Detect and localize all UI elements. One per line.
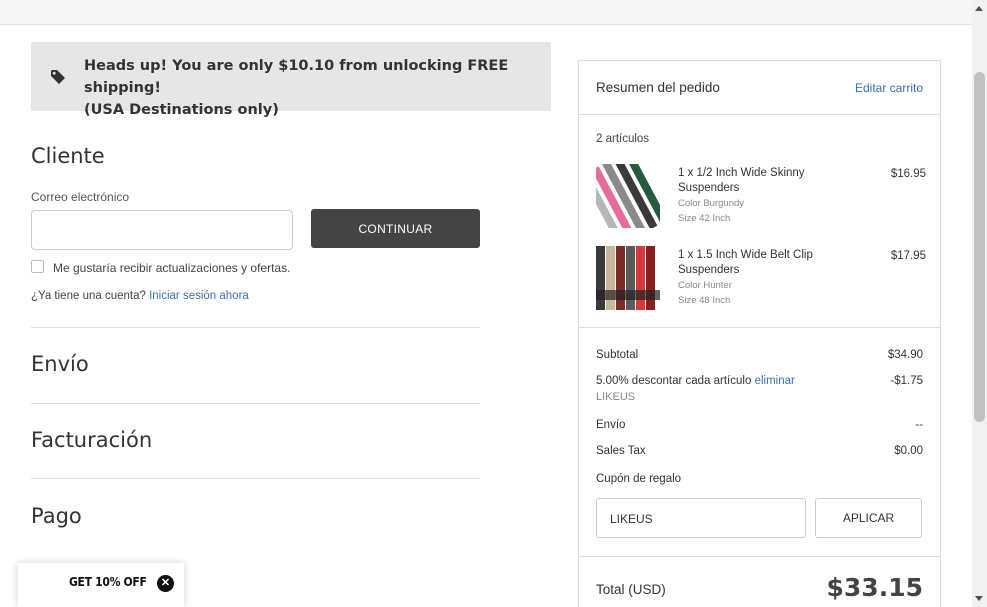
scroll-up-arrow-icon[interactable] — [975, 6, 983, 11]
item-price: $17.95 — [890, 250, 926, 262]
gift-coupon-input[interactable]: LIKEUS — [596, 498, 806, 538]
payment-title[interactable]: Pago — [31, 504, 82, 528]
tax-value: $0.00 — [894, 445, 923, 457]
subtotal-value: $34.90 — [887, 349, 923, 361]
tax-row: Sales Tax $0.00 — [596, 445, 923, 457]
billing-title[interactable]: Facturación — [31, 428, 152, 452]
edit-cart-link[interactable]: Editar carrito — [855, 81, 923, 95]
coupon-code: LIKEUS — [596, 391, 636, 403]
close-icon[interactable]: ✕ — [157, 575, 174, 592]
discount-popup[interactable]: GET 10% OFF ✕ — [18, 563, 184, 607]
total-value: $33.15 — [826, 573, 923, 602]
divider — [31, 478, 480, 479]
item-name: 1 x 1.5 Inch Wide Belt Clip Suspenders — [678, 249, 813, 276]
discount-label: 5.00% descontar cada artículo — [596, 375, 752, 387]
newsletter-checkbox[interactable] — [31, 260, 44, 273]
shipping-label: Envío — [596, 419, 626, 431]
item-color: Color Burgundy — [678, 198, 745, 209]
item-name: 1 x 1/2 Inch Wide Skinny Suspenders — [678, 167, 805, 194]
item-details: 1 x 1/2 Inch Wide Skinny Suspenders Colo… — [678, 166, 828, 226]
apply-button[interactable]: APLICAR — [815, 498, 922, 538]
discount-row: 5.00% descontar cada artículo eliminar -… — [596, 375, 923, 387]
popup-text[interactable]: GET 10% OFF — [69, 575, 147, 589]
item-size: Size 48 Inch — [678, 295, 731, 306]
email-field[interactable] — [31, 210, 293, 250]
continue-button[interactable]: CONTINUAR — [311, 209, 480, 248]
account-line: ¿Ya tiene una cuenta? Iniciar sesión aho… — [31, 290, 249, 302]
divider — [579, 114, 940, 115]
remove-discount-link[interactable]: eliminar — [755, 375, 795, 387]
tax-label: Sales Tax — [596, 445, 646, 457]
scroll-down-arrow-icon[interactable] — [975, 596, 983, 601]
email-label: Correo electrónico — [31, 190, 130, 204]
subtotal-row: Subtotal $34.90 — [596, 349, 923, 361]
divider — [579, 327, 940, 328]
top-bar — [0, 0, 972, 25]
tag-icon — [51, 70, 65, 84]
shipping-row: Envío -- — [596, 419, 923, 431]
login-link[interactable]: Iniciar sesión ahora — [149, 290, 249, 302]
items-count: 2 artículos — [596, 133, 650, 145]
order-summary: Resumen del pedido Editar carrito 2 artí… — [578, 60, 941, 607]
divider — [31, 403, 480, 404]
product-image — [596, 164, 660, 228]
scroll-thumb[interactable] — [974, 72, 985, 422]
shipping-title[interactable]: Envío — [31, 352, 89, 376]
item-color: Color Hunter — [678, 280, 732, 291]
newsletter-label: Me gustaría recibir actualizaciones y of… — [53, 261, 291, 275]
shipping-value: -- — [915, 419, 923, 431]
item-size: Size 42 Inch — [678, 213, 731, 224]
divider — [31, 327, 480, 328]
account-question: ¿Ya tiene una cuenta? — [31, 290, 146, 302]
scrollbar[interactable] — [972, 0, 987, 607]
gift-coupon-label: Cupón de regalo — [596, 473, 682, 485]
free-shipping-banner: Heads up! You are only $10.10 from unloc… — [31, 42, 551, 118]
subtotal-label: Subtotal — [596, 349, 639, 361]
total-label: Total (USD) — [596, 582, 666, 597]
summary-title: Resumen del pedido — [596, 80, 720, 95]
item-price: $16.95 — [890, 168, 926, 180]
banner-message: Heads up! You are only $10.10 from unloc… — [84, 58, 509, 118]
divider — [579, 556, 940, 557]
customer-title: Cliente — [31, 144, 105, 168]
item-details: 1 x 1.5 Inch Wide Belt Clip Suspenders C… — [678, 248, 828, 308]
product-image — [596, 246, 660, 310]
discount-value: -$1.75 — [890, 375, 923, 387]
